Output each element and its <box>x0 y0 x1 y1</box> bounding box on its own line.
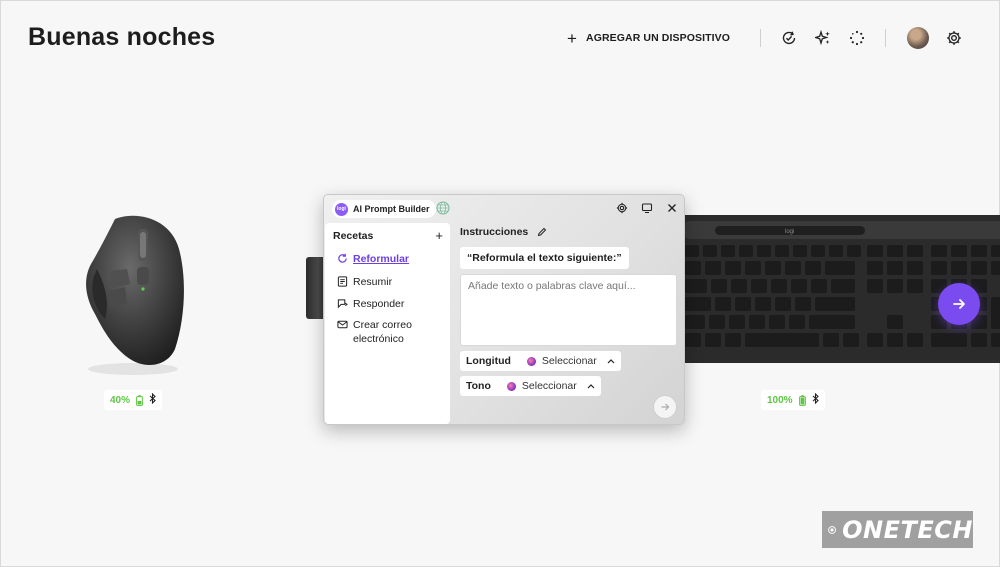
logi-badge-icon: logi <box>335 202 348 216</box>
plus-icon: + <box>567 28 578 48</box>
send-button[interactable] <box>653 395 677 419</box>
edit-pencil-icon[interactable] <box>537 227 547 237</box>
watermark-text: ONETECH <box>842 515 973 544</box>
keywords-text-input[interactable] <box>460 274 677 346</box>
recipe-label: Resumir <box>353 276 393 288</box>
add-device-button[interactable]: + AGREGAR UN DISPOSITIVO <box>567 30 730 47</box>
recipes-title: Recetas <box>333 229 374 242</box>
popup-pin-icon[interactable] <box>639 200 655 216</box>
header-divider <box>760 29 761 47</box>
bluetooth-icon <box>812 392 819 407</box>
globe-icon[interactable] <box>436 201 450 215</box>
battery-icon <box>798 394 806 406</box>
tone-label: Tono <box>466 380 491 392</box>
battery-icon <box>136 394 143 406</box>
next-action-button[interactable] <box>938 283 980 325</box>
reply-icon <box>337 299 348 309</box>
page-title: Buenas noches <box>28 23 216 51</box>
popup-settings-icon[interactable] <box>614 200 630 216</box>
avatar[interactable] <box>907 27 929 49</box>
add-recipe-button[interactable]: + <box>435 228 443 243</box>
recipe-item-reformular[interactable]: Reformular <box>337 252 445 266</box>
summary-icon <box>337 276 348 287</box>
recipe-label: Reformular <box>353 253 410 265</box>
mouse-device-image[interactable] <box>75 209 195 379</box>
instruction-chip[interactable]: “Reformula el texto siguiente:” <box>460 247 629 269</box>
gear-icon[interactable] <box>942 26 966 50</box>
recipe-item-responder[interactable]: Responder <box>337 297 445 311</box>
tone-select[interactable]: Tono Seleccionar <box>460 376 601 396</box>
ai-orb-icon <box>526 356 536 366</box>
length-label: Longitud <box>466 355 511 367</box>
popup-title-chip: logi AI Prompt Builder <box>332 200 436 218</box>
app-window: Buenas noches + AGREGAR UN DISPOSITIVO 4… <box>0 0 1000 567</box>
recipes-header: Recetas + <box>333 228 443 243</box>
ai-orb-icon <box>506 381 516 391</box>
rephrase-icon <box>338 253 347 263</box>
length-select[interactable]: Longitud Seleccionar <box>460 351 621 371</box>
keyboard-battery-status: 100% <box>761 390 825 410</box>
arrow-right-icon <box>661 403 670 411</box>
length-value: Seleccionar <box>541 355 597 367</box>
popup-title: AI Prompt Builder <box>353 204 430 214</box>
refresh-check-icon[interactable] <box>777 26 801 50</box>
sparkle-icon[interactable] <box>811 26 835 50</box>
chevron-up-icon <box>607 356 615 366</box>
recipe-item-resumir[interactable]: Resumir <box>337 275 445 289</box>
header-actions: + AGREGAR UN DISPOSITIVO <box>567 25 971 51</box>
loading-dots-icon[interactable] <box>845 26 869 50</box>
keyboard-battery-percent: 100% <box>767 394 793 406</box>
recipe-item-crear-correo[interactable]: Crear correo electrónico <box>337 318 445 342</box>
recipe-label: Responder <box>353 298 405 310</box>
header-divider <box>885 29 886 47</box>
close-icon[interactable] <box>664 200 680 216</box>
watermark-emblem-icon <box>828 525 836 534</box>
instructions-header: Instrucciones <box>460 226 547 238</box>
add-device-label: AGREGAR UN DISPOSITIVO <box>586 32 730 44</box>
instructions-title: Instrucciones <box>460 226 529 238</box>
mouse-battery-percent: 40% <box>110 394 131 406</box>
ai-prompt-builder-window: logi AI Prompt Builder Recetas + Reformu… <box>323 194 685 425</box>
watermark-logo: ONETECH <box>822 511 973 548</box>
mouse-battery-status: 40% <box>104 390 163 410</box>
tone-value: Seleccionar <box>521 380 577 392</box>
keyboard-logo: logi <box>785 229 794 235</box>
bluetooth-icon <box>149 392 156 407</box>
recipe-label: Crear correo electrónico <box>353 319 412 342</box>
email-icon <box>337 320 348 329</box>
chevron-up-icon <box>587 381 595 391</box>
arrow-right-icon <box>953 299 965 309</box>
recipes-panel: Recetas + Reformular Resumir Responder C… <box>325 223 450 424</box>
